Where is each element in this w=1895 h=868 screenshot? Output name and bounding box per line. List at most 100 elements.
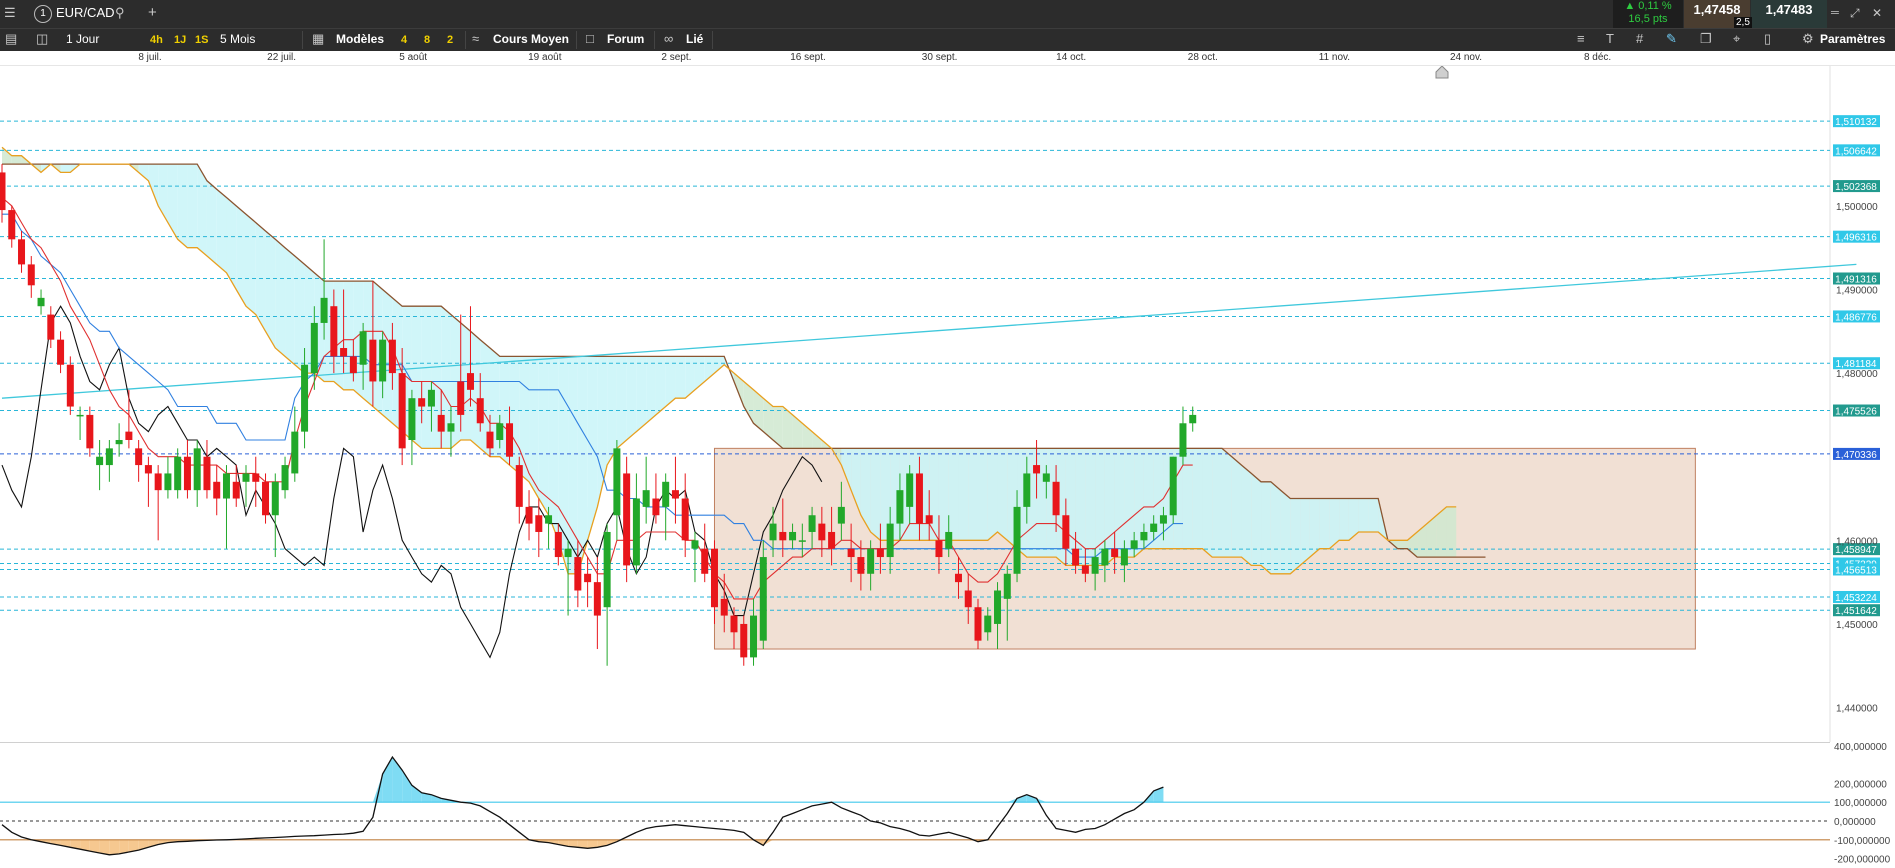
date-tick-label: 8 déc. — [1583, 52, 1612, 63]
candle-body — [574, 557, 582, 591]
toolbar-separator — [302, 31, 303, 49]
models-button[interactable]: Modèles — [336, 29, 384, 49]
candle-body — [18, 239, 26, 265]
search-icon[interactable]: ⚲ — [115, 3, 125, 23]
ichimoku-cloud-segment — [1085, 448, 1096, 566]
candle-body — [447, 423, 455, 432]
date-axis: 8 juil. 22 juil. 5 août 19 août 2 sept. 16 se… — [0, 51, 1895, 66]
period-4h[interactable]: 4h — [150, 30, 163, 50]
candle-body — [135, 448, 143, 466]
lines-icon[interactable]: ≡ — [1577, 29, 1585, 49]
forum-button[interactable]: Forum — [607, 29, 644, 49]
cours-moyen-icon[interactable]: ≈ — [472, 29, 479, 49]
ichimoku-cloud-segment — [577, 356, 588, 574]
settings-button[interactable]: Paramètres — [1820, 29, 1885, 49]
candle-body — [1052, 481, 1060, 516]
price-tick-label: 1,490000 — [1836, 285, 1878, 296]
ichimoku-cloud-segment — [187, 164, 198, 248]
range-select[interactable]: 5 Mois — [220, 29, 255, 49]
ichimoku-cloud-segment — [1319, 498, 1330, 549]
candle-body — [310, 322, 318, 374]
model-slot-8[interactable]: 8 — [424, 30, 430, 50]
candle-body — [1013, 506, 1021, 574]
candle-body — [886, 523, 894, 558]
ichimoku-cloud-segment — [978, 448, 988, 541]
ichimoku-cloud-segment — [636, 356, 647, 432]
crosshair-icon[interactable]: ⌖ — [1733, 29, 1740, 49]
expand-icon[interactable]: ⤢ — [1850, 3, 1860, 23]
link-button[interactable]: Lié — [686, 29, 703, 49]
candle-body — [0, 172, 6, 211]
ichimoku-cloud-segment — [1339, 498, 1349, 541]
candle-body — [1140, 531, 1148, 541]
layout-icon[interactable]: ◫ — [36, 29, 48, 49]
candle-body — [164, 473, 172, 491]
minimize-icon[interactable]: ═ — [1831, 3, 1839, 23]
timeframe-select[interactable]: 1 Jour — [66, 29, 99, 49]
cci-overbought-fill — [411, 785, 422, 803]
ichimoku-cloud-segment — [938, 448, 949, 541]
candle-body — [418, 398, 426, 407]
level-label: 1,475526 — [1835, 407, 1877, 418]
candle-body — [584, 573, 592, 583]
models-icon[interactable]: ▦ — [312, 29, 324, 49]
copy-icon[interactable]: ❐ — [1700, 29, 1712, 49]
candle-body — [213, 481, 221, 499]
candle-body — [1130, 540, 1138, 549]
candle-body — [262, 481, 270, 516]
indicator-tick-label: -100,000000 — [1834, 836, 1891, 847]
ichimoku-cloud-segment — [1114, 448, 1125, 558]
ichimoku-cloud-segment — [1270, 481, 1281, 574]
candle-body — [828, 531, 836, 549]
ichimoku-cloud-segment — [1222, 448, 1232, 558]
menu-icon[interactable]: ☰ — [4, 3, 16, 23]
settings-icon[interactable]: ⚙ — [1802, 29, 1814, 49]
forum-icon[interactable]: □ — [586, 29, 594, 49]
candle-body — [457, 381, 465, 415]
period-1j[interactable]: 1J — [174, 30, 186, 50]
model-slot-4[interactable]: 4 — [401, 30, 407, 50]
candle-body — [798, 540, 806, 542]
eraser-icon[interactable]: ▯ — [1764, 29, 1771, 49]
candle-body — [691, 540, 699, 549]
drawing-tools-icon[interactable]: ✎ — [1666, 29, 1677, 49]
candle-body — [925, 515, 933, 524]
candle-body — [603, 531, 611, 608]
period-1s[interactable]: 1S — [195, 30, 208, 50]
ichimoku-cloud-segment — [167, 164, 178, 240]
ichimoku-cloud-segment — [714, 356, 725, 374]
ichimoku-cloud-segment — [206, 180, 217, 265]
candle-body — [779, 531, 787, 541]
grid-icon[interactable]: # — [1636, 29, 1643, 49]
candle-body — [593, 582, 601, 616]
ichimoku-cloud-segment — [568, 356, 578, 574]
candle-body — [144, 465, 152, 474]
candle-body — [115, 439, 123, 445]
candle-body — [47, 314, 55, 340]
ask-button[interactable]: 1,47483 — [1751, 0, 1827, 28]
link-icon[interactable]: ∞ — [664, 29, 673, 49]
close-icon[interactable]: ✕ — [1872, 3, 1882, 23]
indicator-tick-label: 400,000000 — [1834, 742, 1887, 753]
candle-body — [906, 473, 914, 507]
text-size-icon[interactable]: T — [1606, 29, 1614, 49]
ichimoku-cloud-segment — [1251, 473, 1262, 566]
ichimoku-cloud-segment — [1192, 448, 1203, 549]
date-tick-label: 16 sept. — [790, 52, 826, 63]
change-pct: ▲ 0,11 % — [1624, 0, 1672, 12]
price-chart[interactable]: 1,510132 1,506642 1,502368 1,496316 1,491316… — [0, 66, 1895, 742]
date-tick-label: 8 juil. — [138, 52, 162, 63]
candle-body — [222, 473, 230, 499]
candle-body — [291, 431, 299, 474]
cci-oversold-fill — [99, 839, 110, 855]
candle-body — [974, 607, 982, 641]
symbol-label[interactable]: EUR/CAD — [56, 3, 115, 23]
candle-body — [427, 389, 435, 407]
list-icon[interactable]: ▤ — [5, 29, 17, 49]
candle-body — [1159, 515, 1167, 524]
cci-indicator[interactable]: 400,000000 200,000000 100,000000 0,000000 -1… — [0, 742, 1895, 868]
candle-body — [935, 540, 943, 558]
cours-moyen-button[interactable]: Cours Moyen — [493, 29, 569, 49]
model-slot-2[interactable]: 2 — [447, 30, 453, 50]
add-tab-icon[interactable]: + — [148, 3, 157, 23]
